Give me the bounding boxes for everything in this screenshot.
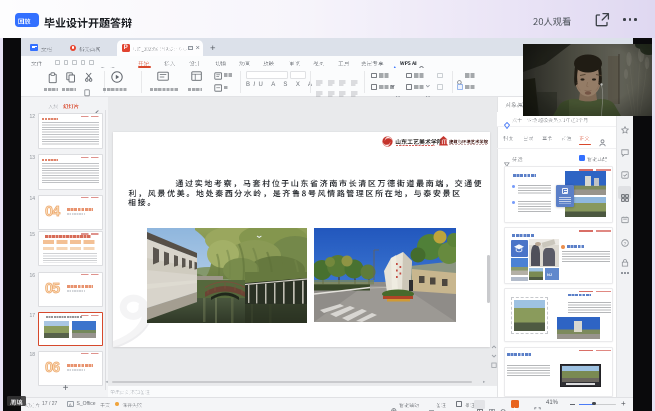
svg-text:?: ? bbox=[624, 240, 627, 246]
